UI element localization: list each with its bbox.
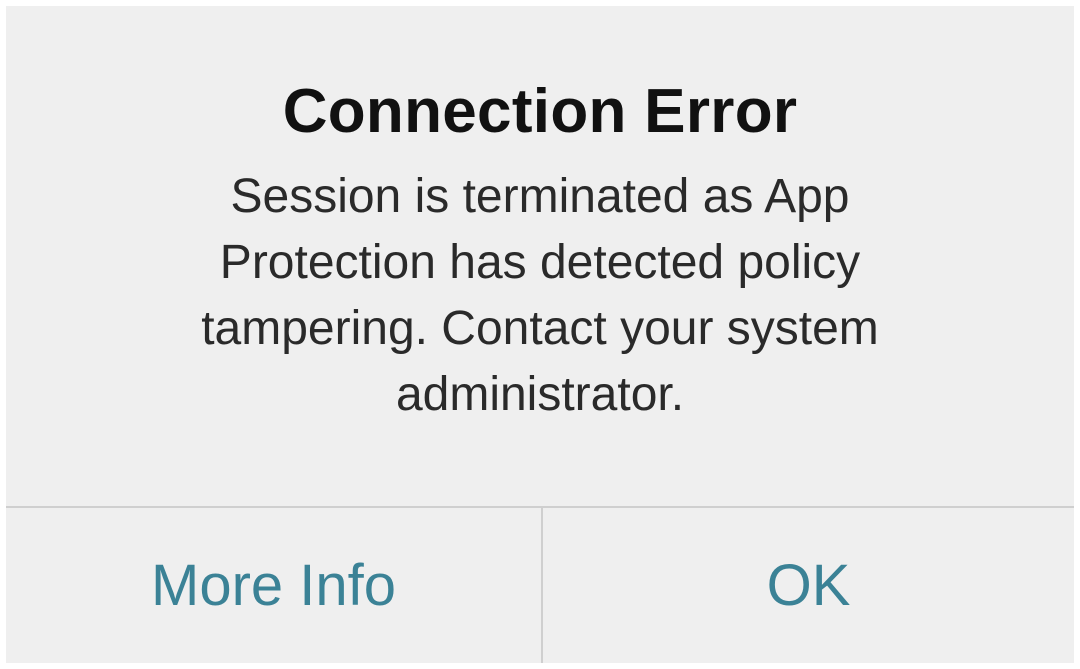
screen: Connection Error Session is terminated a… bbox=[0, 0, 1080, 669]
ok-button[interactable]: OK bbox=[543, 508, 1074, 663]
more-info-button[interactable]: More Info bbox=[6, 508, 541, 663]
alert-title: Connection Error bbox=[282, 77, 798, 146]
alert-dialog: Connection Error Session is terminated a… bbox=[6, 6, 1074, 663]
alert-message: Session is terminated as App Protection … bbox=[201, 170, 879, 421]
alert-content: Connection Error Session is terminated a… bbox=[6, 6, 1074, 506]
